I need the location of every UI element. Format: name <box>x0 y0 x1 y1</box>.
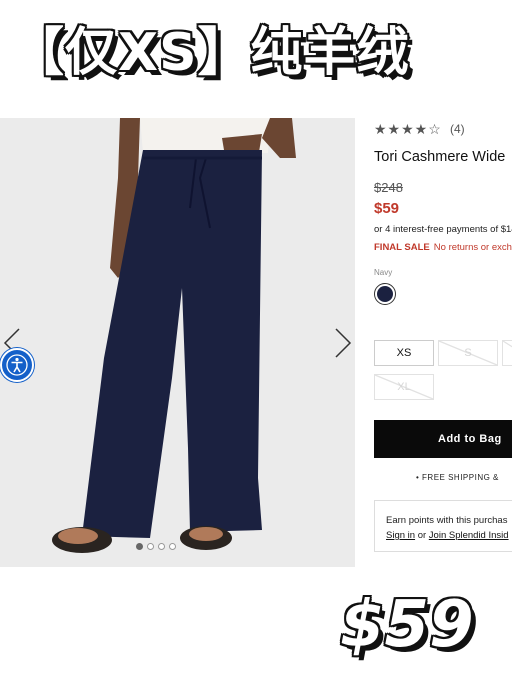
free-shipping-text: • FREE SHIPPING & <box>416 473 499 482</box>
accessibility-button[interactable] <box>0 348 34 382</box>
review-count-link[interactable]: (4) <box>450 122 465 136</box>
carousel-dot[interactable] <box>158 543 165 550</box>
product-details: ★★★★☆ (4) Tori Cashmere Wide $248 $59 or… <box>374 118 512 578</box>
original-price: $248 <box>374 180 403 195</box>
size-xs-button[interactable]: XS <box>374 340 434 366</box>
banner-title: 【仅XS】纯羊绒 <box>12 23 410 83</box>
final-sale-notice: FINAL SALENo returns or exchan <box>374 242 512 253</box>
promo-banner: 【仅XS】纯羊绒 <box>0 0 512 95</box>
final-sale-label: FINAL SALE <box>374 242 430 253</box>
final-sale-note: No returns or exchan <box>433 242 512 253</box>
join-link[interactable]: Join Splendid Insid <box>429 530 509 541</box>
next-image-button[interactable] <box>333 328 353 358</box>
color-swatch-navy[interactable] <box>374 283 396 305</box>
carousel-dot[interactable] <box>147 543 154 550</box>
loyalty-points-box: Earn points with this purchas Sign in or… <box>374 500 512 552</box>
size-s-button[interactable]: S <box>438 340 498 366</box>
swatch-fill <box>377 286 393 302</box>
product-title: Tori Cashmere Wide <box>374 149 506 165</box>
accessibility-icon <box>6 354 28 376</box>
or-text: or <box>415 530 429 541</box>
sale-price: $59 <box>374 200 400 217</box>
size-button[interactable] <box>502 340 512 366</box>
add-to-bag-button[interactable]: Add to Bag <box>374 420 512 458</box>
rating-stars: ★★★★☆ <box>374 121 442 137</box>
product-image <box>0 118 355 567</box>
size-xl-button[interactable]: XL <box>374 374 434 400</box>
overlay-price: $59 <box>340 588 474 662</box>
product-photo <box>0 118 355 567</box>
color-label: Navy <box>374 268 393 277</box>
installments-text: or 4 interest-free payments of $14. <box>374 224 512 235</box>
carousel-dot[interactable] <box>136 543 143 550</box>
carousel-dots <box>136 543 176 550</box>
points-text: Earn points with this purchas <box>386 515 508 526</box>
chevron-right-icon <box>335 328 352 358</box>
carousel-dot[interactable] <box>169 543 176 550</box>
sign-in-link[interactable]: Sign in <box>386 530 415 541</box>
